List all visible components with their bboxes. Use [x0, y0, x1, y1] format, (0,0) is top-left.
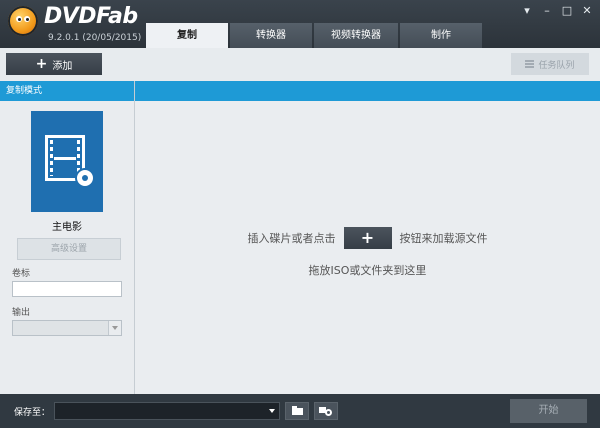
chevron-down-icon — [269, 409, 275, 413]
save-to-label: 保存至： — [14, 408, 51, 418]
output-select[interactable] — [12, 320, 122, 336]
tab-creator[interactable]: 制作 — [400, 23, 482, 48]
copy-mode-header: 复制模式 — [0, 81, 134, 101]
browse-folder-button[interactable] — [285, 402, 309, 420]
list-icon — [525, 60, 535, 68]
app-version: 9.2.0.1 (20/05/2015) — [48, 33, 142, 43]
task-queue-button[interactable]: 任务队列 — [511, 53, 589, 75]
close-icon[interactable]: ✕ — [580, 4, 594, 18]
hint-after: 按钮来加载源文件 — [399, 232, 488, 245]
task-queue-label: 任务队列 — [538, 60, 575, 71]
save-to-input[interactable] — [54, 402, 280, 420]
add-button-label: 添加 — [52, 60, 73, 72]
start-button[interactable]: 开始 — [510, 399, 587, 423]
main-header-bar — [135, 81, 600, 101]
gear-icon — [325, 409, 332, 416]
drag-drop-hint: 拖放ISO或文件夹到这里 — [308, 264, 427, 277]
window-controls: ▾ – □ ✕ — [520, 4, 594, 18]
tab-copy[interactable]: 复制 — [146, 23, 228, 48]
load-source-hint: 插入碟片或者点击 + 按钮来加载源文件 — [135, 227, 600, 249]
tab-ripper[interactable]: 转换器 — [230, 23, 312, 48]
maximize-icon[interactable]: □ — [560, 4, 574, 18]
add-button[interactable]: + 添加 — [6, 53, 102, 75]
load-source-button[interactable]: + — [343, 227, 392, 249]
advanced-settings-button[interactable]: 高级设置 — [17, 238, 121, 260]
plus-icon: + — [35, 56, 48, 72]
copy-mode-panel: 复制模式 主电影 高级设置 卷标 输出 — [0, 81, 135, 394]
hint-before: 插入碟片或者点击 — [247, 232, 336, 245]
output-label: 输出 — [12, 308, 31, 318]
tab-video-converter[interactable]: 视频转换器 — [314, 23, 398, 48]
folder-icon — [292, 406, 303, 415]
mode-name: 主电影 — [52, 222, 82, 233]
volume-input[interactable] — [12, 281, 122, 297]
title-bar: DVDFab 9.2.0.1 (20/05/2015) ▾ – □ ✕ 复制 转… — [0, 0, 600, 48]
chevron-down-icon — [108, 321, 121, 335]
menu-dropdown-icon[interactable]: ▾ — [520, 4, 534, 18]
dvdfab-logo-icon — [8, 6, 38, 36]
volume-label: 卷标 — [12, 269, 31, 279]
main-movie-mode-tile[interactable] — [31, 111, 103, 212]
bottom-bar: 保存至： 开始 — [0, 394, 600, 428]
minimize-icon[interactable]: – — [540, 4, 554, 18]
app-name: DVDFab — [44, 4, 138, 29]
disc-icon — [75, 168, 95, 188]
main-tabs: 复制 转换器 视频转换器 制作 — [146, 23, 484, 48]
source-drop-area[interactable]: 插入碟片或者点击 + 按钮来加载源文件 拖放ISO或文件夹到这里 — [135, 81, 600, 394]
toolbar: + 添加 任务队列 — [0, 48, 600, 82]
save-options-button[interactable] — [314, 402, 338, 420]
